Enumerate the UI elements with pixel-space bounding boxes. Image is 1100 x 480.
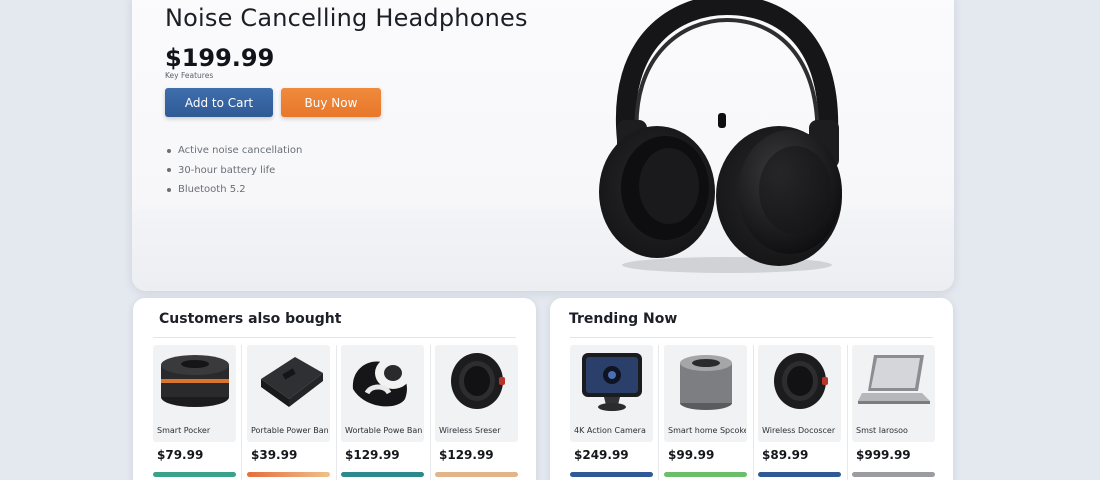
divider: [847, 345, 848, 480]
product-name: 4K Action Camera: [574, 426, 646, 435]
bullet-icon: [167, 148, 171, 153]
feature-text: 30-hour battery life: [178, 164, 276, 176]
product-card[interactable]: Portable Power Bank $39.99: [247, 345, 330, 477]
product-card[interactable]: Wortable Powe Bank $129.99: [341, 345, 424, 477]
speaker-icon: [679, 355, 732, 410]
product-accent-bar: [570, 472, 653, 477]
product-card[interactable]: Wireless Docoscer $89.99: [758, 345, 841, 477]
section-title: Trending Now: [569, 311, 678, 327]
product-accent-bar: [664, 472, 747, 477]
divider: [753, 345, 754, 480]
product-title: Noise Cancelling Headphones: [165, 4, 528, 32]
headphones-icon: [599, 0, 842, 273]
product-name: Wortable Powe Bank: [345, 426, 423, 435]
divider: [658, 345, 659, 480]
laptop-icon: [857, 355, 930, 404]
product-price: $129.99: [439, 448, 494, 462]
bullet-icon: [167, 168, 171, 173]
product-hero: Noise Cancelling Headphones $199.99 Key …: [132, 0, 954, 291]
product-accent-bar: [758, 472, 841, 477]
product-name: Smst Iarosoo: [856, 426, 908, 435]
product-name: Smart Pocker: [157, 426, 211, 435]
smartwatch-icon: [773, 353, 828, 409]
product-price: $199.99: [165, 44, 275, 72]
product-price: $999.99: [856, 448, 911, 462]
product-price: $39.99: [251, 448, 298, 462]
product-card[interactable]: Smart Pocker $79.99: [153, 345, 236, 477]
divider: [570, 337, 933, 338]
key-features-label: Key Features: [165, 71, 214, 80]
product-name: Wireless Docoscer: [762, 426, 836, 435]
camera-icon: [581, 353, 642, 411]
feature-item: Active noise cancellation: [165, 141, 302, 161]
product-card[interactable]: Smart home Spcoker $99.99: [664, 345, 747, 477]
product-card[interactable]: Smst Iarosoo $999.99: [852, 345, 935, 477]
feature-list: Active noise cancellation 30-hour batter…: [165, 141, 302, 200]
product-price: $79.99: [157, 448, 204, 462]
customers-also-bought-panel: Customers also bought Smart Pocker $79.9…: [133, 298, 536, 480]
feature-item: Bluetooth 5.2: [165, 180, 302, 200]
product-name: Portable Power Bank: [251, 426, 329, 435]
buy-now-button[interactable]: Buy Now: [281, 88, 381, 117]
product-price: $89.99: [762, 448, 809, 462]
trending-now-panel: Trending Now 4K Action Camera $249.99 Sm…: [550, 298, 953, 480]
divider: [336, 345, 337, 480]
smart-speaker-icon: [160, 355, 229, 407]
product-name: Wireless Sreser: [439, 426, 501, 435]
section-title: Customers also bought: [159, 311, 342, 327]
product-price: $249.99: [574, 448, 629, 462]
feature-text: Active noise cancellation: [178, 145, 303, 157]
feature-text: Bluetooth 5.2: [178, 184, 246, 196]
product-name: Smart home Spcoker: [668, 426, 746, 435]
product-accent-bar: [153, 472, 236, 477]
product-accent-bar: [247, 472, 330, 477]
product-card[interactable]: 4K Action Camera $249.99: [570, 345, 653, 477]
wireless-earbud-icon: [352, 357, 411, 407]
product-accent-bar: [852, 472, 935, 477]
add-to-cart-button[interactable]: Add to Cart: [165, 88, 273, 117]
divider: [153, 337, 516, 338]
product-price: $129.99: [345, 448, 400, 462]
product-accent-bar: [341, 472, 424, 477]
product-accent-bar: [435, 472, 518, 477]
bullet-icon: [167, 187, 171, 192]
product-price: $99.99: [668, 448, 715, 462]
divider: [430, 345, 431, 480]
smartwatch-icon: [450, 353, 505, 409]
divider: [241, 345, 242, 480]
power-bank-icon: [260, 357, 323, 407]
product-card[interactable]: Wireless Sreser $129.99: [435, 345, 518, 477]
feature-item: 30-hour battery life: [165, 161, 302, 181]
